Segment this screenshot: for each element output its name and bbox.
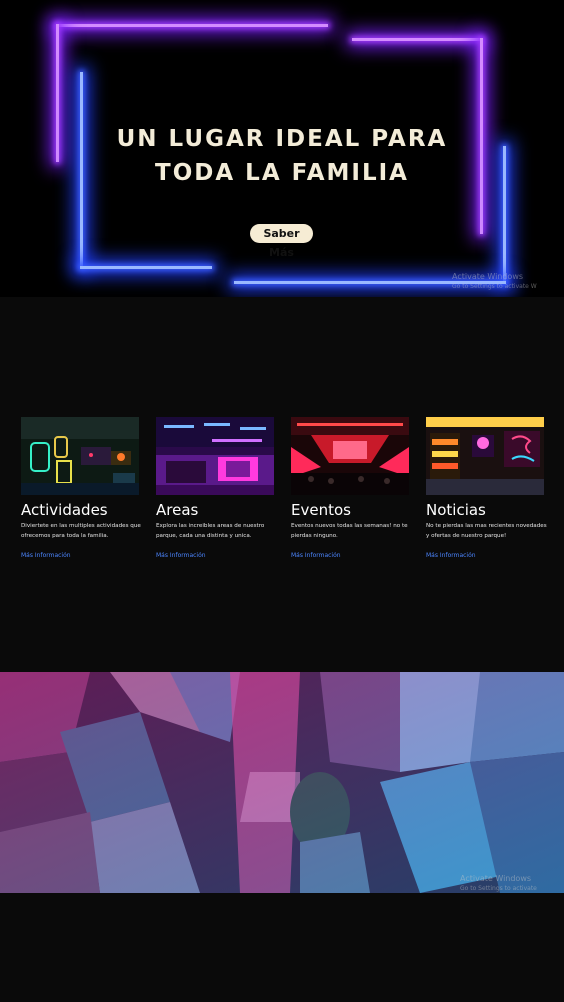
watermark-title: Activate Windows xyxy=(452,272,524,281)
card-title: Areas xyxy=(156,501,199,519)
card-title: Noticias xyxy=(426,501,486,519)
hero-title-line-1: UN LUGAR IDEAL PARA xyxy=(116,126,448,152)
watermark-subtitle: Go to Settings to activate W xyxy=(452,283,537,290)
mas-informacion-link[interactable]: Más Información xyxy=(156,552,206,559)
activate-windows-watermark: Activate Windows Go to Settings to activ… xyxy=(452,272,537,292)
hero-banner: UN LUGAR IDEAL PARA TODA LA FAMILIA Sabe… xyxy=(0,0,564,297)
saber-mas-button[interactable]: Saber Más xyxy=(250,224,313,259)
card-description: Explora las increibles areas de nuestro … xyxy=(156,523,265,539)
hero-title-line-2: TODA LA FAMILIA xyxy=(155,160,409,186)
card-noticias: Noticias No te pierdas las mas recientes… xyxy=(426,417,547,559)
activate-windows-watermark: Activate Windows Go to Settings to activ… xyxy=(460,874,564,893)
card-actividades: Actividades Diviertete en las multiples … xyxy=(21,417,141,559)
card-description: No te pierdas las mas recientes novedade… xyxy=(426,523,547,539)
mas-informacion-link[interactable]: Más Información xyxy=(21,552,71,559)
card-title: Actividades xyxy=(21,501,108,519)
card-title: Eventos xyxy=(291,501,351,519)
watermark-title: Activate Windows xyxy=(460,874,532,883)
card-description: Eventos nuevos todas las semanas! no te … xyxy=(291,523,408,539)
concert-stage-photo-icon xyxy=(291,417,409,495)
neon-street-photo-icon xyxy=(426,417,544,495)
card-eventos: Eventos Eventos nuevos todas las semanas… xyxy=(291,417,409,559)
neon-line-top-right xyxy=(352,38,482,41)
neon-bar-photo-icon xyxy=(156,417,274,495)
card-description: Diviertete en las multiples actividades … xyxy=(21,523,141,539)
neon-line-bottom-left xyxy=(80,266,212,269)
watermark-subtitle: Go to Settings to activate Windows. xyxy=(460,885,537,892)
neon-city-aerial-photo-icon: Activate Windows Go to Settings to activ… xyxy=(0,672,564,893)
mas-informacion-link[interactable]: Más Información xyxy=(291,552,341,559)
hero-title: UN LUGAR IDEAL PARA TODA LA FAMILIA xyxy=(0,122,564,190)
arcade-photo-icon xyxy=(21,417,139,495)
card-areas: Areas Explora las increibles areas de nu… xyxy=(156,417,274,559)
mas-informacion-link[interactable]: Más Información xyxy=(426,552,476,559)
neon-line-top xyxy=(56,24,328,27)
